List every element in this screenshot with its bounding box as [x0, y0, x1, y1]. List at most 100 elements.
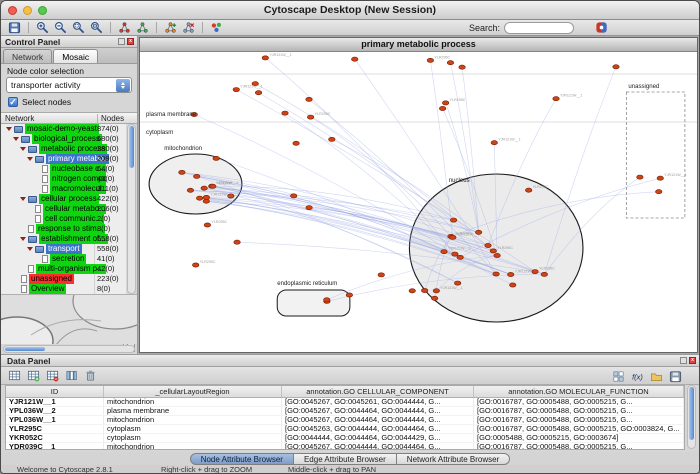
- tab-node-attribute-browser[interactable]: Node Attribute Browser: [190, 453, 294, 465]
- graph-node[interactable]: [553, 97, 559, 101]
- select-nodes-checkbox[interactable]: ✓: [8, 97, 18, 107]
- zoom-out-button[interactable]: [53, 20, 68, 35]
- export-attributes-button[interactable]: [668, 369, 683, 384]
- plugin-icon[interactable]: [594, 20, 609, 35]
- scrollbar-thumb[interactable]: [689, 387, 694, 440]
- expand-arrow-icon[interactable]: [6, 127, 12, 131]
- titlebar[interactable]: Cytoscape Desktop (New Session): [1, 1, 699, 20]
- minimize-button[interactable]: [23, 6, 32, 15]
- graph-node[interactable]: [532, 270, 538, 274]
- graph-node[interactable]: [452, 252, 458, 256]
- tab-network-attribute-browser[interactable]: Network Attribute Browser: [397, 453, 510, 465]
- graph-node[interactable]: [491, 141, 497, 145]
- tab-edge-attribute-browser[interactable]: Edge Attribute Browser: [294, 453, 397, 465]
- graph-node[interactable]: [459, 65, 465, 69]
- grid-mode-button[interactable]: [611, 369, 626, 384]
- table-scrollbar[interactable]: [687, 385, 696, 449]
- graph-node[interactable]: [307, 115, 313, 119]
- tree-header-nodes[interactable]: Nodes: [97, 114, 124, 124]
- hide-selected-button[interactable]: [117, 20, 132, 35]
- graph-node[interactable]: [193, 174, 199, 178]
- graph-node[interactable]: [290, 194, 296, 198]
- tree-row[interactable]: secretion41(0): [1, 254, 126, 264]
- graph-node[interactable]: [442, 101, 448, 105]
- tree-row[interactable]: nucleobase c...64(0): [1, 164, 126, 174]
- scrollbar-thumb[interactable]: [5, 347, 45, 351]
- graph-node[interactable]: [525, 188, 531, 192]
- graph-node[interactable]: [613, 65, 619, 69]
- zoom-selected-region-button[interactable]: [71, 20, 86, 35]
- tree-row[interactable]: mosaic-demo-yeast874(0): [1, 124, 126, 134]
- table-row[interactable]: YKR052Ccytoplasm[GO:0044444, GO:0044464,…: [6, 434, 684, 443]
- scrollbar-thumb[interactable]: [129, 126, 134, 168]
- tree-row[interactable]: primary metabo...209(0): [1, 154, 126, 164]
- save-session-button[interactable]: [7, 20, 22, 35]
- zoom-in-button[interactable]: [35, 20, 50, 35]
- maximize-button[interactable]: [38, 6, 47, 15]
- tree-row[interactable]: nitrogen compo...40(0): [1, 174, 126, 184]
- graph-node[interactable]: [192, 263, 198, 267]
- graph-node[interactable]: [203, 195, 209, 199]
- graph-node[interactable]: [454, 281, 460, 285]
- expand-arrow-icon[interactable]: [20, 197, 26, 201]
- graph-node[interactable]: [196, 196, 202, 200]
- graph-node[interactable]: [485, 243, 491, 247]
- float-panel-icon[interactable]: [680, 357, 687, 364]
- column-header[interactable]: _cellularLayoutRegion: [104, 386, 282, 397]
- tree-row[interactable]: cell communic...2(0): [1, 214, 126, 224]
- table-row[interactable]: YPL036W__1mitochondrion[GO:0045267, GO:0…: [6, 416, 684, 425]
- graph-node[interactable]: [234, 240, 240, 244]
- destroy-network-button[interactable]: [181, 20, 196, 35]
- tree-row[interactable]: metabolic process280(0): [1, 144, 126, 154]
- close-panel-icon[interactable]: x: [127, 38, 134, 45]
- graph-node[interactable]: [346, 293, 352, 297]
- graph-node[interactable]: [490, 249, 496, 253]
- expand-arrow-icon[interactable]: [27, 157, 33, 161]
- graph-node[interactable]: [450, 218, 456, 222]
- delete-attribute-button[interactable]: [45, 368, 60, 383]
- graph-node[interactable]: [187, 188, 193, 192]
- tree-row[interactable]: Overview8(0): [1, 284, 126, 294]
- column-header[interactable]: annotation.GO MOLECULAR_FUNCTION: [474, 386, 684, 397]
- graph-node[interactable]: [213, 156, 219, 160]
- tree-row[interactable]: transport558(0): [1, 244, 126, 254]
- column-header[interactable]: annotation.GO CELLULAR_COMPONENT: [282, 386, 474, 397]
- graph-node[interactable]: [378, 273, 384, 277]
- tree-row[interactable]: cellular metabo...206(0): [1, 204, 126, 214]
- table-row[interactable]: YJR121W__1mitochondrion[GO:0045267, GO:0…: [6, 398, 684, 407]
- graph-node[interactable]: [657, 176, 663, 180]
- network-graph[interactable]: YJR121W__1YLR295CYJR121W__1YLR295CYJR121…: [140, 52, 697, 352]
- graph-node[interactable]: [282, 111, 288, 115]
- tree-row[interactable]: macromolecul...311(0): [1, 184, 126, 194]
- tree-row[interactable]: establishment of...558(0): [1, 234, 126, 244]
- formula-builder-button[interactable]: f(x): [630, 369, 645, 384]
- graph-node[interactable]: [324, 298, 330, 302]
- graph-node[interactable]: [179, 170, 185, 174]
- table-row[interactable]: YPL036W__2plasma membrane[GO:0045267, GO…: [6, 407, 684, 416]
- tree-row[interactable]: unassigned223(0): [1, 274, 126, 284]
- select-columns-button[interactable]: [64, 368, 79, 383]
- select-attributes-button[interactable]: [7, 368, 22, 383]
- graph-node[interactable]: [493, 272, 499, 276]
- overview-thumbnail[interactable]: [1, 294, 137, 344]
- graph-node[interactable]: [421, 288, 427, 292]
- graph-node[interactable]: [409, 289, 415, 293]
- graph-node[interactable]: [427, 58, 433, 62]
- table-row[interactable]: YLR295Ccytoplasm[GO:0045263, GO:0044444,…: [6, 425, 684, 434]
- node-color-dropdown[interactable]: transporter activity: [6, 77, 132, 93]
- graph-node[interactable]: [656, 190, 662, 194]
- graph-node[interactable]: [457, 255, 463, 259]
- network-canvas[interactable]: YJR121W__1YLR295CYJR121W__1YLR295CYJR121…: [140, 52, 697, 352]
- tab-mosaic[interactable]: Mosaic: [53, 49, 98, 63]
- graph-node[interactable]: [494, 253, 500, 257]
- tree-header-network[interactable]: Network: [5, 114, 34, 123]
- graph-node[interactable]: [450, 235, 456, 239]
- import-attributes-button[interactable]: [649, 369, 664, 384]
- graph-node[interactable]: [233, 88, 239, 92]
- show-all-button[interactable]: [135, 20, 150, 35]
- graph-node[interactable]: [351, 57, 357, 61]
- close-panel-icon[interactable]: x: [689, 357, 696, 364]
- expand-arrow-icon[interactable]: [13, 137, 19, 141]
- graph-node[interactable]: [439, 106, 445, 110]
- graph-node[interactable]: [441, 250, 447, 254]
